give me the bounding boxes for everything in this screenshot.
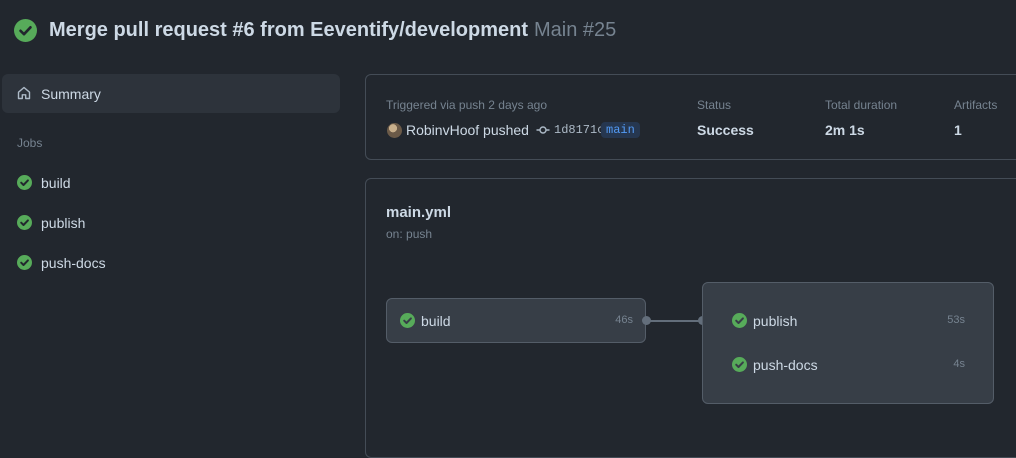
workflow-trigger: on: push (386, 227, 433, 241)
graph-node-build[interactable]: build 46s (386, 298, 646, 343)
graph-job-build[interactable]: build 46s (400, 310, 633, 332)
branch-badge[interactable]: main (601, 122, 640, 138)
trigger-text: Triggered via push 2 days ago (386, 98, 547, 112)
actor-link[interactable]: RobinvHoof pushed (406, 122, 529, 138)
run-number: Main #25 (534, 19, 617, 41)
workflow-file-name: main.yml (386, 204, 452, 221)
run-title: Merge pull request #6 from Eeventify/dev… (49, 19, 529, 41)
success-check-icon (17, 215, 32, 230)
artifacts-value[interactable]: 1 (954, 122, 962, 138)
success-check-icon (400, 313, 415, 328)
jobs-heading: Jobs (17, 136, 43, 150)
page-title: Merge pull request #6 from Eeventify/dev… (49, 19, 616, 42)
job-label: build (41, 175, 71, 191)
sidebar-item-label: Summary (41, 86, 101, 102)
success-check-icon (17, 255, 32, 270)
graph-node-group-deploy: publish 53s push-docs 4s (702, 282, 994, 404)
job-duration: 46s (615, 314, 633, 326)
job-label: publish (41, 215, 86, 231)
git-commit-icon (536, 126, 550, 134)
job-label: publish (753, 313, 798, 329)
success-check-icon (732, 313, 747, 328)
avatar (387, 123, 402, 138)
artifacts-label: Artifacts (954, 98, 998, 112)
success-check-icon (17, 175, 32, 190)
duration-label: Total duration (825, 98, 898, 112)
home-icon (17, 86, 31, 100)
graph-job-push-docs[interactable]: push-docs 4s (732, 354, 965, 376)
status-label: Status (697, 98, 732, 112)
commit-sha-link[interactable]: 1d8171c (554, 123, 604, 137)
run-summary-card: Triggered via push 2 days ago RobinvHoof… (365, 74, 1016, 160)
sidebar-item-summary[interactable]: Summary (2, 74, 340, 113)
job-duration: 53s (947, 314, 965, 326)
graph-connector (650, 320, 700, 322)
workflow-graph-card: main.yml on: push build 46s publish 53s … (365, 178, 1016, 458)
graph-job-publish[interactable]: publish 53s (732, 310, 965, 332)
status-value: Success (697, 122, 754, 138)
job-label: push-docs (753, 357, 818, 373)
duration-value: 2m 1s (825, 122, 865, 138)
job-label: push-docs (41, 255, 106, 271)
job-duration: 4s (953, 358, 965, 370)
job-label: build (421, 313, 451, 329)
success-check-icon (732, 357, 747, 372)
success-check-icon (14, 19, 37, 42)
